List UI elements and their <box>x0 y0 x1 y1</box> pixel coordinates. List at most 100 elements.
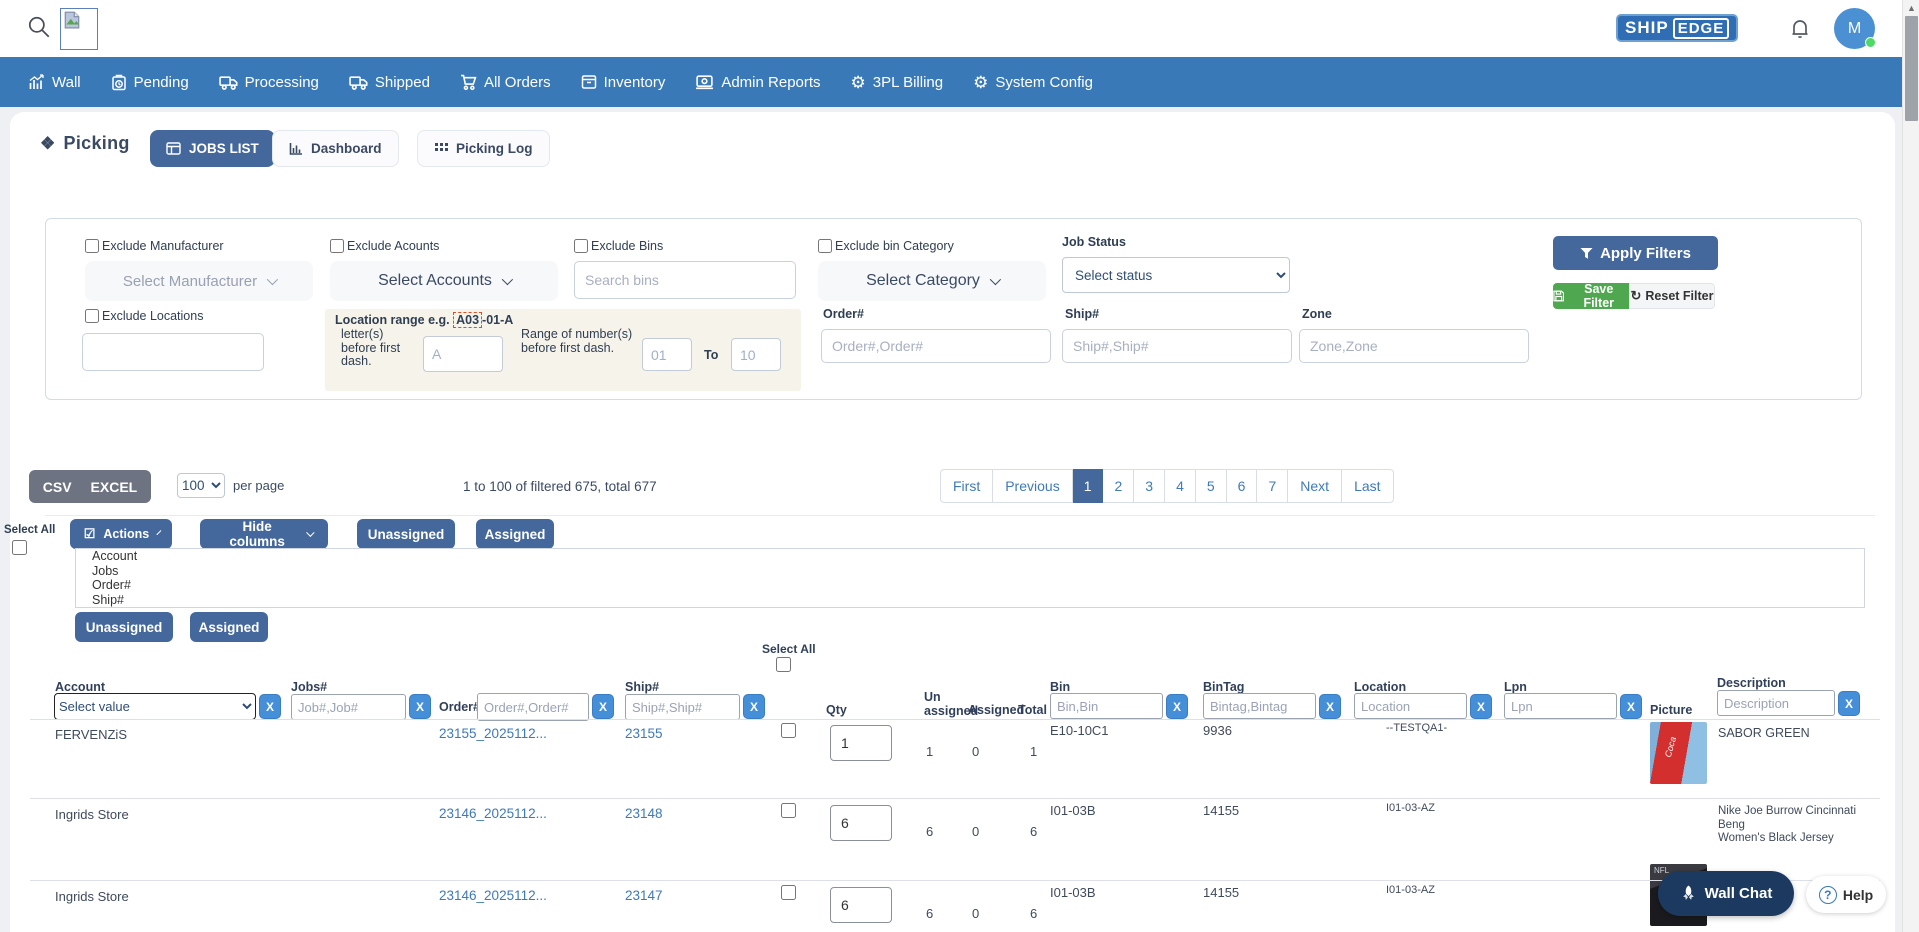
nav-item-wall[interactable]: Wall <box>28 74 81 91</box>
listbox-option-order[interactable]: Order# <box>76 578 1864 593</box>
bar-chart-icon <box>289 142 303 155</box>
exclude-bins-checkbox[interactable]: Exclude Bins <box>574 239 663 253</box>
description-filter-input[interactable] <box>1717 690 1835 716</box>
pagination-page-5[interactable]: 5 <box>1196 469 1227 503</box>
nav-item-processing[interactable]: Processing <box>219 74 319 91</box>
row3-job-link[interactable]: 23146_2025112... <box>439 888 547 903</box>
tab-dashboard[interactable]: Dashboard <box>272 130 399 167</box>
letters-before-dash-input[interactable] <box>423 336 503 372</box>
assigned-filter-button[interactable]: Assigned <box>476 519 554 549</box>
clear-ship-filter-button[interactable]: X <box>743 694 765 719</box>
notifications-bell-icon[interactable] <box>1788 16 1812 40</box>
clear-jobs-filter-button[interactable]: X <box>409 694 431 719</box>
jobs-filter-input[interactable] <box>291 694 406 720</box>
unassigned-filter-button[interactable]: Unassigned <box>357 519 455 549</box>
row1-job-link[interactable]: 23155_2025112... <box>439 726 547 741</box>
scrollbar-up-arrow[interactable]: ▲ <box>1903 0 1919 16</box>
csv-button[interactable]: CSV <box>43 479 72 495</box>
clear-location-filter-button[interactable]: X <box>1470 694 1492 719</box>
lpn-filter-input[interactable] <box>1504 693 1617 719</box>
row2-job-link[interactable]: 23146_2025112... <box>439 806 547 821</box>
pagination-page-7[interactable]: 7 <box>1257 469 1288 503</box>
pagination-page-2[interactable]: 2 <box>1103 469 1134 503</box>
order-filter-input-table[interactable] <box>477 693 589 721</box>
excel-button[interactable]: EXCEL <box>91 479 138 495</box>
location-filter-input[interactable] <box>1354 693 1467 719</box>
scrollbar-thumb[interactable] <box>1905 16 1918 121</box>
ship-filter-input[interactable] <box>1062 329 1292 363</box>
unassigned-filter-button-2[interactable]: Unassigned <box>75 612 173 642</box>
vertical-scrollbar[interactable]: ▲ <box>1902 0 1919 932</box>
hide-columns-button[interactable]: Hide columns <box>200 519 328 549</box>
clear-bintag-filter-button[interactable]: X <box>1319 694 1341 719</box>
order-filter-input[interactable] <box>821 329 1051 363</box>
row2-ship-link[interactable]: 23148 <box>625 806 663 821</box>
search-icon[interactable] <box>26 14 54 42</box>
per-page-select[interactable]: 100 <box>177 473 225 498</box>
help-button[interactable]: ? Help <box>1806 876 1886 913</box>
job-status-select[interactable]: Select status <box>1062 257 1290 293</box>
clear-order-filter-button[interactable]: X <box>592 694 614 719</box>
nav-item-shipped[interactable]: Shipped <box>349 74 430 91</box>
listbox-option-ship[interactable]: Ship# <box>76 593 1864 608</box>
reset-filter-button[interactable]: ↻ Reset Filter <box>1629 283 1715 309</box>
row1-product-picture[interactable]: Coca <box>1650 722 1707 784</box>
pagination-first[interactable]: First <box>940 469 993 503</box>
zone-filter-input[interactable] <box>1299 329 1529 363</box>
exclude-locations-checkbox[interactable]: Exclude Locations <box>85 309 203 323</box>
nav-item-pending[interactable]: Pending <box>111 74 189 91</box>
nav-item-inventory[interactable]: Inventory <box>581 74 666 91</box>
exclude-manufacturer-checkbox[interactable]: Exclude Manufacturer <box>85 239 224 253</box>
tab-jobs-list[interactable]: JOBS LIST <box>150 130 275 167</box>
select-manufacturer-dropdown[interactable]: Select Manufacturer <box>85 261 313 301</box>
bin-filter-input[interactable] <box>1050 693 1163 719</box>
user-avatar[interactable]: M <box>1834 8 1875 49</box>
account-filter-select[interactable]: Select value <box>54 693 256 720</box>
nav-item-3pl-billing[interactable]: ⚙ 3PL Billing <box>851 74 944 91</box>
row1-ship-link[interactable]: 23155 <box>625 726 663 741</box>
nav-item-all-orders[interactable]: All Orders <box>460 74 551 91</box>
exclude-locations-input[interactable] <box>82 333 264 371</box>
apply-filters-button[interactable]: Apply Filters <box>1553 236 1718 270</box>
listbox-option-jobs[interactable]: Jobs <box>76 564 1864 579</box>
clear-lpn-filter-button[interactable]: X <box>1620 694 1642 719</box>
row3-ship-link[interactable]: 23147 <box>625 888 663 903</box>
actions-dropdown-button[interactable]: ☑ Actions <box>70 519 172 549</box>
row3-qty-input[interactable] <box>830 887 892 923</box>
save-filter-button[interactable]: Save Filter <box>1553 283 1629 309</box>
clear-account-filter-button[interactable]: X <box>259 694 281 719</box>
chevron-down-icon <box>502 274 513 285</box>
pagination-page-4[interactable]: 4 <box>1165 469 1196 503</box>
tab-picking-log[interactable]: Picking Log <box>417 130 550 167</box>
row2-qty-input[interactable] <box>830 805 892 841</box>
clear-description-filter-button[interactable]: X <box>1838 691 1860 716</box>
range-to-input[interactable] <box>731 338 781 371</box>
bintag-filter-input[interactable] <box>1203 693 1316 719</box>
pagination-previous[interactable]: Previous <box>993 469 1072 503</box>
shipedge-logo[interactable]: SHIP EDGE <box>1616 14 1738 42</box>
row1-checkbox[interactable] <box>781 723 796 738</box>
pagination-page-3[interactable]: 3 <box>1134 469 1165 503</box>
table-select-all-checkbox[interactable] <box>776 657 791 672</box>
pagination-page-6[interactable]: 6 <box>1227 469 1258 503</box>
row3-checkbox[interactable] <box>781 885 796 900</box>
assigned-filter-button-2[interactable]: Assigned <box>190 612 268 642</box>
pagination-page-1[interactable]: 1 <box>1073 469 1104 503</box>
exclude-accounts-checkbox[interactable]: Exclude Acounts <box>330 239 439 253</box>
search-bins-input[interactable] <box>574 261 796 299</box>
wall-chat-button[interactable]: Wall Chat <box>1658 871 1794 916</box>
clear-bin-filter-button[interactable]: X <box>1166 694 1188 719</box>
select-category-dropdown[interactable]: Select Category <box>818 261 1046 301</box>
exclude-bin-category-checkbox[interactable]: Exclude bin Category <box>818 239 954 253</box>
row1-qty-input[interactable] <box>830 725 892 761</box>
row2-checkbox[interactable] <box>781 803 796 818</box>
range-from-input[interactable] <box>642 338 692 371</box>
ship-filter-input-table[interactable] <box>625 694 740 720</box>
select-accounts-dropdown[interactable]: Select Accounts <box>330 261 558 301</box>
pagination-last[interactable]: Last <box>1342 469 1393 503</box>
pagination-next[interactable]: Next <box>1288 469 1342 503</box>
select-all-checkbox[interactable] <box>12 540 27 555</box>
nav-item-system-config[interactable]: ⚙ System Config <box>973 74 1093 91</box>
listbox-option-account[interactable]: Account <box>76 549 1864 564</box>
nav-item-admin-reports[interactable]: Admin Reports <box>695 74 820 91</box>
